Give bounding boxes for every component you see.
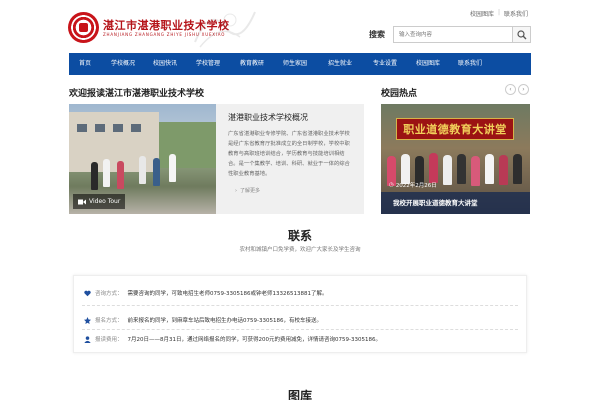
photo-person [139,156,146,184]
video-camera-icon [78,199,86,204]
row-divider [82,305,518,306]
nav-majors[interactable]: 专业设置 [363,53,407,75]
contact-row-label: 报读费用： [95,337,123,343]
heart-icon [84,290,91,296]
chevron-right-icon: › [522,86,525,93]
photo-window [131,124,141,132]
video-tour-label: Video Tour [89,198,121,205]
contact-row-label: 咨询方式： [95,291,123,297]
photo-person [91,162,98,190]
nav-enrollment[interactable]: 招生就业 [317,53,363,75]
nav-management[interactable]: 学校管理 [185,53,231,75]
photo-banner: 职业道德教育大讲堂 [396,118,514,140]
hot-date: ◷ 2022年2月26日 [389,181,437,189]
intro-more-link[interactable]: › 了解更多 [235,187,261,195]
welcome-title: 欢迎报读湛江市湛港职业技术学校 [69,89,205,99]
nav-news[interactable]: 校园快讯 [145,53,185,75]
contact-row-text: 需要咨询的同学，可致电招生老师0759-3305186或钟老师133265138… [127,291,328,297]
nav-teaching[interactable]: 教育教研 [231,53,273,75]
clock-icon: ◷ [389,182,394,188]
contact-row: 报读费用： 7月20日——8月31日，通过网络报名的同学，可获得200元的费用减… [84,335,381,343]
video-tour-button[interactable]: Video Tour [73,194,126,209]
photo-person [485,154,494,184]
contact-row-text: 7月20日——8月31日，通过网络报名的同学，可获得200元的费用减免，详情请咨… [127,337,381,343]
school-logo[interactable] [68,12,99,43]
photo-person [429,153,438,183]
search-icon [517,30,527,40]
photo-person [471,156,480,186]
contact-row: 咨询方式： 需要咨询的同学，可致电招生老师0759-3305186或钟老师133… [84,289,328,297]
photo-person [153,158,160,186]
photo-window [77,124,87,132]
photo-window [95,124,105,132]
hot-caption[interactable]: 我校开展职业道德教育大讲堂 [381,192,530,214]
photo-trees [159,122,216,168]
gallery-heading: 图库 [287,389,312,400]
photo-person [169,154,176,182]
photo-person [513,154,522,184]
photo-person [457,154,466,184]
main-nav: 首页 学校概况 校园快讯 学校管理 教育教研 师生家园 招生就业 专业设置 校园… [69,53,531,75]
photo-person [401,154,410,184]
nav-overview[interactable]: 学校概况 [101,53,145,75]
contact-heading: 联系 [287,229,312,243]
row-divider [82,329,518,330]
next-button[interactable]: › [518,84,529,95]
hot-title: 校园热点 [381,89,418,99]
contact-box: 咨询方式： 需要咨询的同学，可致电招生老师0759-3305186或钟老师133… [73,275,527,353]
intro-box: 湛港职业技术学校概况 广东省湛港职业专修学院、广东省湛港职业技术学校是经广东省教… [216,104,364,214]
photo-window [113,124,123,132]
search-button[interactable] [513,26,531,43]
nav-contact[interactable]: 联系我们 [449,53,491,75]
contact-row: 报名方式： 前来报名的同学，到麻章车站后致电招生办电话0759-3305186，… [84,316,322,324]
intro-text: 广东省湛港职业专修学院、广东省湛港职业技术学校是经广东省教育厅批准成立的全日制学… [228,131,350,177]
header: 湛江市湛港职业技术学校 ZHANJIANG ZHANGANG ZHIYE JIS… [0,0,600,52]
photo-person [103,159,110,187]
contact-row-text: 前来报名的同学，到麻章车站后致电招生办电话0759-3305186，有校车接送。 [127,318,322,324]
contact-subtitle: 农村和城镇户口免学费，欢迎广大家长及学生咨询 [239,247,361,253]
user-icon [84,335,91,343]
chevron-right-icon: › [235,187,237,194]
nav-community[interactable]: 师生家园 [273,53,317,75]
campus-photo[interactable]: Video Tour [69,104,216,214]
banner-text: 职业道德教育大讲堂 [403,123,507,136]
intro-heading[interactable]: 湛港职业技术学校概况 [228,112,354,123]
pin-icon [84,316,91,324]
search-input[interactable] [393,26,513,43]
intro-more-label: 了解更多 [240,188,261,194]
photo-person [117,161,124,189]
nav-home[interactable]: 首页 [69,53,101,75]
photo-person [443,155,452,185]
nav-gallery[interactable]: 校园图库 [407,53,449,75]
photo-person [499,155,508,185]
prev-button[interactable]: ‹ [505,84,516,95]
hot-photo[interactable]: 职业道德教育大讲堂 ◷ 2022年2月26日 我校开展职业道德教育大讲堂 [381,104,530,214]
chevron-left-icon: ‹ [509,86,512,93]
contact-row-label: 报名方式： [95,318,123,324]
hot-date-text: 2022年2月26日 [395,183,437,189]
search-label: 搜索 [369,30,385,39]
header-decoration-icon [194,11,256,48]
